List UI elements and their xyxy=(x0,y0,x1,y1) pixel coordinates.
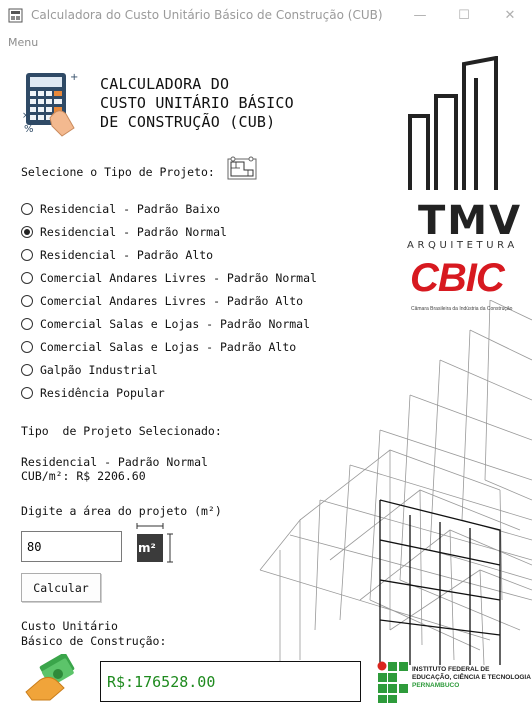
radio-option[interactable]: Galpão Industrial xyxy=(21,361,321,379)
if-logo-text: INSTITUTO FEDERAL DE EDUCAÇÃO, CIÊNCIA E… xyxy=(412,666,531,690)
if-line-1: INSTITUTO FEDERAL DE xyxy=(412,666,490,673)
close-button[interactable]: ✕ xyxy=(488,0,532,31)
menu-item-menu[interactable]: Menu xyxy=(8,36,38,49)
calculator-icon: % + × xyxy=(22,72,78,137)
area-label: Digite a área do projeto (m²) xyxy=(21,504,222,518)
window-app-icon xyxy=(8,8,23,23)
tmv-logo-subtitle: ARQUITETURA xyxy=(407,240,518,251)
radio-circle[interactable] xyxy=(21,341,33,353)
radio-option-label: Residencial - Padrão Normal xyxy=(40,225,227,239)
select-project-label: Selecione o Tipo de Projeto: xyxy=(21,165,215,179)
money-hand-icon xyxy=(25,654,75,701)
radio-option-label: Comercial Andares Livres - Padrão Alto xyxy=(40,294,304,308)
radio-circle[interactable] xyxy=(21,318,33,330)
cub-value: CUB/m²: R$ 2206.60 xyxy=(21,469,146,483)
svg-text:+: + xyxy=(70,72,78,83)
instituto-federal-logo xyxy=(377,661,408,703)
radio-circle[interactable] xyxy=(21,295,33,307)
tmv-logo-text: TMV xyxy=(418,198,523,244)
radio-option-label: Comercial Salas e Lojas - Padrão Normal xyxy=(40,317,311,331)
radio-option-label: Comercial Andares Livres - Padrão Normal xyxy=(40,271,317,285)
radio-option-label: Residencial - Padrão Baixo xyxy=(40,202,221,216)
blueprint-icon xyxy=(227,156,257,180)
svg-text:%: % xyxy=(24,124,34,135)
radio-option[interactable]: Comercial Salas e Lojas - Padrão Alto xyxy=(21,338,321,356)
cbic-logo-subtitle: Câmara Brasileira da Indústria da Constr… xyxy=(411,306,513,312)
radio-option[interactable]: Residencial - Padrão Baixo xyxy=(21,200,321,218)
result-label: Custo Unitário Básico de Construção: xyxy=(21,619,167,648)
radio-option[interactable]: Comercial Salas e Lojas - Padrão Normal xyxy=(21,315,321,333)
radio-option-label: Residencial - Padrão Alto xyxy=(40,248,214,262)
selected-type-heading: Tipo de Projeto Selecionado: xyxy=(21,424,222,438)
radio-circle[interactable] xyxy=(21,272,33,284)
radio-circle[interactable] xyxy=(21,364,33,376)
window-title: Calculadora do Custo Unitário Básico de … xyxy=(31,8,383,22)
menu-bar: Menu xyxy=(0,31,532,51)
square-meter-icon-label: m² xyxy=(138,541,156,555)
area-input[interactable] xyxy=(21,531,122,562)
radio-option-label: Comercial Salas e Lojas - Padrão Alto xyxy=(40,340,297,354)
radio-option[interactable]: Comercial Andares Livres - Padrão Alto xyxy=(21,292,321,310)
if-line-2: EDUCAÇÃO, CIÊNCIA E TECNOLOGIA xyxy=(412,674,531,681)
radio-circle[interactable] xyxy=(21,249,33,261)
radio-option[interactable]: Residência Popular xyxy=(21,384,321,402)
selected-type-value: Residencial - Padrão Normal xyxy=(21,455,208,469)
radio-circle[interactable] xyxy=(21,387,33,399)
cbic-logo-text: CBIC xyxy=(410,256,505,300)
tmv-building-logo xyxy=(408,56,498,190)
radio-option-label: Galpão Industrial xyxy=(40,363,158,377)
radio-option[interactable]: Residencial - Padrão Alto xyxy=(21,246,321,264)
minimize-button[interactable]: — xyxy=(398,0,442,31)
app-title: CALCULADORA DO CUSTO UNITÁRIO BÁSICO DE … xyxy=(100,75,294,131)
maximize-button[interactable]: ☐ xyxy=(442,0,486,31)
radio-option[interactable]: Residencial - Padrão Normal xyxy=(21,223,321,241)
title-bar: Calculadora do Custo Unitário Básico de … xyxy=(0,0,532,31)
calculate-button[interactable]: Calcular xyxy=(21,573,101,602)
radio-option[interactable]: Comercial Andares Livres - Padrão Normal xyxy=(21,269,321,287)
radio-circle[interactable] xyxy=(21,226,33,238)
if-line-3: PERNAMBUCO xyxy=(412,682,460,689)
svg-text:×: × xyxy=(22,111,30,121)
radio-circle[interactable] xyxy=(21,203,33,215)
result-display: R$:176528.00 xyxy=(100,661,361,702)
radio-option-label: Residência Popular xyxy=(40,386,165,400)
